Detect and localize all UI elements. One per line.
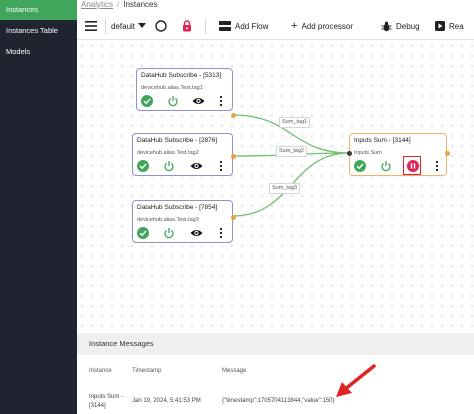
sidebar-item-models[interactable]: Models <box>0 42 77 62</box>
node-subtitle: Inputs Sum <box>354 150 382 156</box>
power-icon[interactable] <box>163 227 175 239</box>
column-header-message: Message <box>222 368 247 374</box>
breadcrumb-analytics-link[interactable]: Analytics <box>81 0 113 9</box>
plus-icon: + <box>291 20 298 32</box>
node-subtitle: devicehub.alias.Test.tag1 <box>141 85 203 91</box>
menu-button[interactable] <box>85 12 99 40</box>
instance-messages-panel: Instance Messages Instance Timestamp Mes… <box>77 333 474 414</box>
output-port[interactable] <box>231 113 236 118</box>
eye-icon[interactable] <box>190 160 203 172</box>
edge-label-tag2: Sum_tag2 <box>276 146 308 157</box>
node-datahub-2876[interactable]: DataHub Subscribe - [2876] devicehub.ali… <box>132 133 236 176</box>
sidebar: Instances Instances Table Models <box>0 0 77 414</box>
toolbar-divider <box>205 18 206 34</box>
breadcrumb: Analytics / Instances <box>81 0 158 10</box>
node-datahub-7854[interactable]: DataHub Subscribe - [7854] devicehub.ali… <box>132 200 236 243</box>
node-title: DataHub Subscribe - [2876] <box>137 137 218 144</box>
flow-canvas[interactable]: Sum_tag1 Sum_tag2 Sum_tag3 DataHub Subsc… <box>77 41 474 333</box>
caret-down-icon <box>138 23 147 28</box>
add-processor-button[interactable]: + Add processor <box>291 12 353 40</box>
toolbar: default Add Flow + Add processor Debug R… <box>77 12 474 40</box>
breadcrumb-current: Instances <box>123 0 158 9</box>
lock-icon <box>183 20 191 32</box>
message-row-message: {"timestamp":1705704113844,"value":150} <box>222 398 335 404</box>
node-subtitle: devicehub.alias.Test.tag2 <box>137 150 199 156</box>
node-title: DataHub Subscribe - [7854] <box>137 204 218 211</box>
environment-select[interactable]: default <box>111 12 147 40</box>
instance-name-line2: [3144] <box>89 403 106 409</box>
node-title: Inputs Sum - [3144] <box>354 137 411 144</box>
lock-button[interactable] <box>182 12 192 40</box>
eye-icon[interactable] <box>190 227 203 239</box>
hamburger-icon <box>85 21 97 31</box>
app-root: Instances Instances Table Models Analyti… <box>0 0 474 414</box>
node-datahub-5313[interactable]: DataHub Subscribe - [5313] devicehub.ali… <box>136 68 236 118</box>
column-header-timestamp: Timestamp <box>132 368 162 374</box>
node-inputs-sum-3144[interactable]: Inputs Sum - [3144] Inputs Sum <box>347 133 450 176</box>
output-port[interactable] <box>445 151 450 156</box>
check-icon[interactable] <box>141 95 153 107</box>
flow-icon <box>219 21 231 31</box>
more-vertical-icon[interactable] <box>218 227 224 239</box>
more-vertical-icon[interactable] <box>218 95 224 107</box>
circle-icon <box>155 20 167 32</box>
debug-label: Debug <box>396 21 420 31</box>
node-title: DataHub Subscribe - [5313] <box>141 72 222 79</box>
read-button[interactable]: Rea <box>435 12 464 40</box>
more-vertical-icon[interactable] <box>434 160 440 172</box>
read-label: Rea <box>449 21 464 31</box>
output-port[interactable] <box>231 154 236 159</box>
add-processor-label: Add processor <box>301 21 354 31</box>
status-button[interactable] <box>155 12 167 40</box>
power-icon[interactable] <box>380 160 392 172</box>
debug-button[interactable]: Debug <box>381 12 420 40</box>
message-row-timestamp: Jan 19, 2024, 5:41:53 PM <box>132 398 201 404</box>
pause-highlight-box <box>403 156 421 175</box>
column-header-instance: Instance <box>89 368 112 374</box>
message-row-instance: Inputs Sum - [3144] <box>89 393 123 411</box>
environment-select-value: default <box>111 21 136 31</box>
instance-messages-title: Instance Messages <box>77 333 474 355</box>
annotation-arrow <box>336 364 376 397</box>
eye-icon[interactable] <box>192 95 205 107</box>
power-icon[interactable] <box>163 160 175 172</box>
output-port[interactable] <box>231 215 236 220</box>
check-icon[interactable] <box>137 160 149 172</box>
edge-label-tag1: Sum_tag1 <box>279 117 311 128</box>
input-port[interactable] <box>347 151 352 156</box>
bug-icon <box>381 21 392 31</box>
edge-label-tag3: Sum_tag3 <box>269 183 301 194</box>
power-icon[interactable] <box>167 95 179 107</box>
sidebar-item-instances[interactable]: Instances <box>0 0 77 20</box>
add-flow-button[interactable]: Add Flow <box>219 12 268 40</box>
instance-name-line1: Inputs Sum - <box>89 394 124 400</box>
add-flow-label: Add Flow <box>235 21 269 31</box>
toolbar-divider <box>105 18 106 34</box>
check-icon[interactable] <box>137 227 149 239</box>
sidebar-item-instances-table[interactable]: Instances Table <box>0 21 77 41</box>
node-subtitle: devicehub.alias.Test.tag3 <box>137 217 199 223</box>
check-icon[interactable] <box>354 160 366 172</box>
more-vertical-icon[interactable] <box>218 160 224 172</box>
breadcrumb-separator: / <box>117 0 120 9</box>
play-icon <box>435 21 445 31</box>
